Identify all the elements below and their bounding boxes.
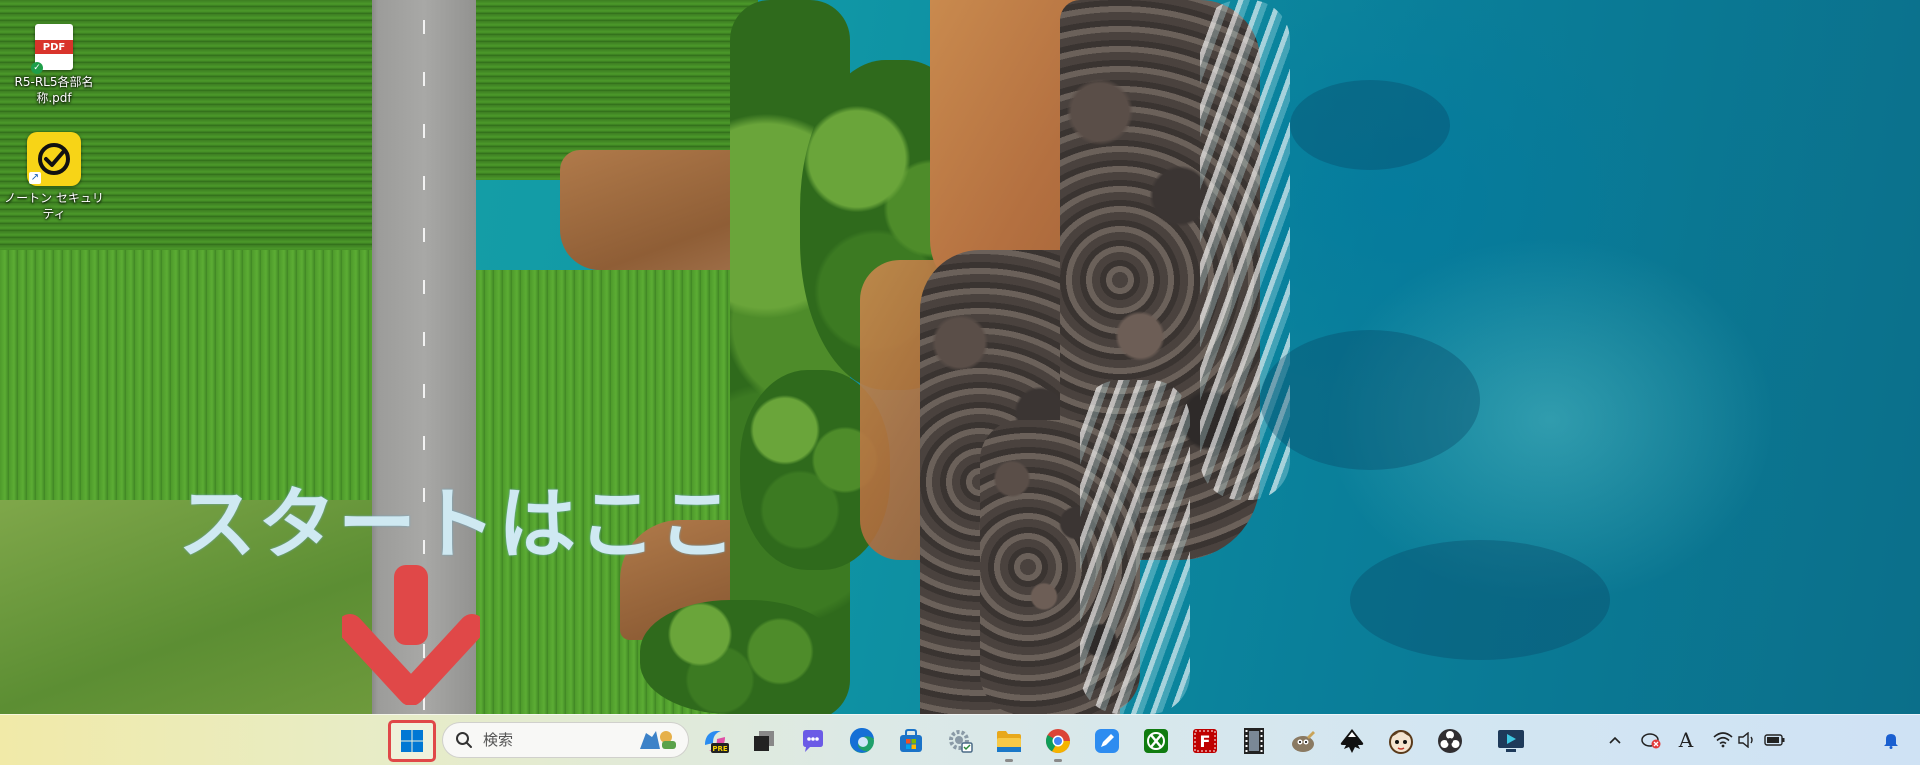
- desktop-icon-label: R5-RL5各部名称.pdf: [14, 75, 94, 105]
- desktop-icon-pdf[interactable]: PDF ✓ R5-RL5各部名称.pdf: [2, 24, 106, 106]
- settings-icon: [949, 730, 973, 753]
- chrome-icon: [1045, 729, 1070, 754]
- obs-app[interactable]: [1432, 723, 1468, 759]
- down-arrow-icon: [342, 565, 480, 705]
- norton-security-icon: ↗: [27, 132, 81, 186]
- inkscape-icon: [1340, 729, 1364, 753]
- windows-start-icon: [401, 730, 423, 752]
- reef: [1290, 80, 1450, 170]
- pre-badge: PRE: [712, 745, 728, 753]
- chrome-app[interactable]: [1040, 723, 1076, 762]
- character-app-icon: [1389, 730, 1413, 754]
- film-editor-icon: [1244, 728, 1264, 754]
- inkscape-app[interactable]: [1334, 723, 1370, 759]
- pen-app-icon: [1095, 729, 1119, 753]
- desktop-icon-label: ノートン セキュリティ: [4, 191, 104, 221]
- search-box[interactable]: [443, 723, 688, 757]
- tree-cluster: [640, 600, 840, 714]
- taskbar: PRE: [0, 714, 1920, 765]
- chat-app[interactable]: [795, 723, 831, 759]
- network-error-icon: [1641, 733, 1661, 749]
- tray-network-error[interactable]: [1640, 729, 1662, 751]
- gimp-icon: [1292, 731, 1315, 752]
- chat-icon: [803, 730, 823, 752]
- obs-icon: [1438, 729, 1462, 753]
- settings-app[interactable]: [942, 723, 978, 759]
- surf: [1080, 380, 1190, 714]
- tray-battery[interactable]: [1764, 729, 1786, 751]
- desktop-icon-norton[interactable]: ↗ ノートン セキュリティ: [2, 132, 106, 222]
- svg-text:F: F: [1200, 732, 1211, 751]
- pdf-badge: PDF: [35, 40, 73, 54]
- screen-capture-icon: [1498, 730, 1524, 752]
- search-icon: [456, 732, 472, 748]
- edge-icon: [849, 727, 874, 753]
- tray-overflow-button[interactable]: [1606, 729, 1624, 751]
- filezilla-app[interactable]: F: [1187, 723, 1223, 759]
- land-background: [0, 0, 1920, 714]
- notification-button[interactable]: [1880, 729, 1902, 751]
- desktop-wallpaper: [0, 0, 1920, 714]
- ime-indicator[interactable]: A: [1676, 728, 1696, 752]
- search-input[interactable]: [481, 730, 615, 750]
- tray-wifi[interactable]: [1712, 729, 1734, 751]
- tray-volume[interactable]: [1736, 729, 1758, 751]
- microsoft-store-app[interactable]: [893, 723, 929, 759]
- start-button[interactable]: [388, 720, 436, 762]
- xbox-icon: [1144, 729, 1168, 753]
- screen-capture-app[interactable]: [1493, 723, 1529, 759]
- copilot-app[interactable]: PRE: [697, 723, 733, 759]
- bell-icon: [1884, 734, 1898, 749]
- battery-icon: [1764, 734, 1785, 746]
- search-highlight-image: [636, 727, 680, 753]
- filezilla-icon: F: [1193, 729, 1217, 753]
- volume-icon: [1738, 732, 1753, 748]
- task-view-app[interactable]: [746, 723, 782, 759]
- gimp-app[interactable]: [1285, 723, 1321, 759]
- file-explorer-icon: [997, 731, 1021, 752]
- reef: [1260, 330, 1480, 470]
- wifi-icon: [1713, 732, 1733, 748]
- file-explorer-app[interactable]: [991, 723, 1027, 762]
- copilot-pre-icon: PRE: [705, 731, 729, 753]
- film-editor-app[interactable]: [1236, 723, 1272, 759]
- character-app[interactable]: [1383, 723, 1419, 759]
- sync-check-icon: ✓: [31, 62, 43, 74]
- microsoft-store-icon: [900, 729, 922, 752]
- chevron-up-icon: [1609, 736, 1621, 744]
- pen-app[interactable]: [1089, 723, 1125, 759]
- annotation-text: スタートはここ: [178, 480, 739, 570]
- shortcut-arrow-icon: ↗: [29, 172, 41, 184]
- xbox-app[interactable]: [1138, 723, 1174, 759]
- pdf-file-icon: PDF ✓: [31, 24, 73, 74]
- task-view-icon: [754, 731, 774, 751]
- reef: [1350, 540, 1610, 660]
- edge-app[interactable]: [844, 723, 880, 759]
